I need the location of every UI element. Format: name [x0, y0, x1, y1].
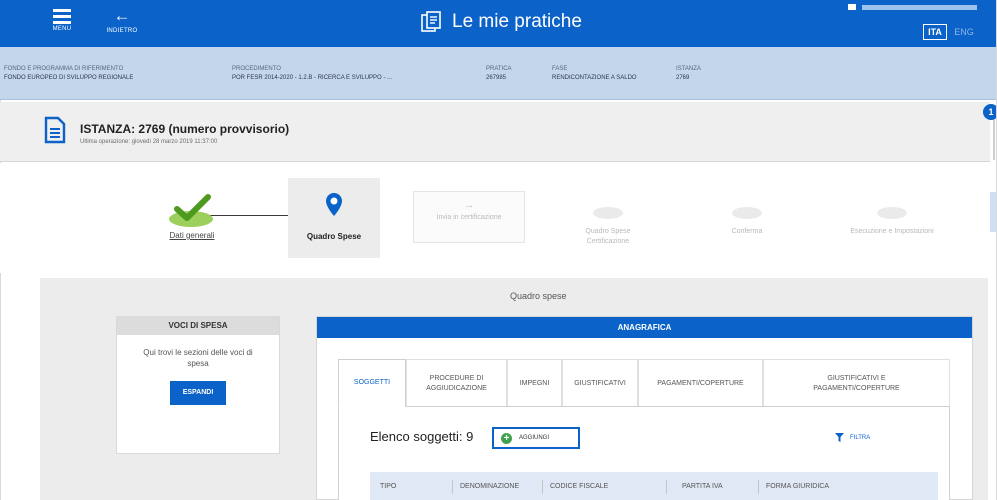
- tab-giustificativi-pagamenti[interactable]: GIUSTIFICATIVI E PAGAMENTI/COPERTURE: [763, 359, 950, 407]
- info-label: Fase: [552, 66, 568, 72]
- notification-badge[interactable]: 1: [983, 104, 997, 120]
- step-dati-generali[interactable]: Dati generali: [160, 193, 224, 240]
- info-value: RENDICONTAZIONE A SALDO: [552, 75, 637, 81]
- elenco-soggetti-title: Elenco soggetti: 9: [370, 429, 474, 444]
- column-header-codice-fiscale[interactable]: CODICE FISCALE: [550, 483, 608, 490]
- espandi-button[interactable]: ESPANDI: [170, 381, 226, 405]
- documents-icon: [421, 11, 441, 32]
- tab-impegni[interactable]: IMPEGNI: [507, 359, 562, 407]
- column-header-forma-giuridica[interactable]: FORMA GIURIDICA: [766, 483, 829, 490]
- info-fase: Fase RENDICONTAZIONE A SALDO: [552, 65, 637, 83]
- filtra-button[interactable]: FILTRA: [835, 433, 870, 442]
- filter-icon: [835, 433, 844, 442]
- soggetti-tab-panel: Elenco soggetti: 9 + AGGIUNGI FILTRA TIP…: [338, 406, 950, 500]
- info-procedimento: Procedimento POR FESR 2014-2020 - 1.2.B …: [232, 65, 392, 83]
- step-label: Esecuzione e Impostazioni: [850, 228, 934, 235]
- map-pin-icon: [326, 193, 342, 216]
- tab-soggetti[interactable]: SOGGETTI: [338, 359, 406, 407]
- info-value: POR FESR 2014-2020 - 1.2.B - RICERCA E S…: [232, 75, 393, 81]
- info-label: Pratica: [486, 66, 512, 72]
- step-quadro-spese[interactable]: Quadro Spese: [288, 178, 380, 258]
- step-label: Quadro Spese: [306, 232, 362, 241]
- column-divider: [452, 480, 453, 494]
- hamburger-icon: [44, 9, 80, 24]
- page-title: Le mie pratiche: [452, 11, 582, 32]
- menu-button[interactable]: MENU: [44, 6, 80, 42]
- column-divider: [666, 480, 667, 494]
- info-pratica: Pratica 267985: [486, 65, 512, 83]
- instance-last-operation: Ultima operazione: giovedì 28 marzo 2019…: [80, 139, 218, 145]
- column-header-denominazione[interactable]: DENOMINAZIONE: [460, 483, 519, 490]
- step-label: Quadro Spese Certificazione: [585, 228, 631, 245]
- step-dot: [877, 207, 907, 219]
- document-icon: [44, 116, 66, 144]
- step-dot: [732, 207, 762, 219]
- info-label: Procedimento: [232, 66, 281, 72]
- step-label: Conferma: [731, 228, 763, 235]
- aggiungi-label: AGGIUNGI: [519, 435, 550, 441]
- user-icon: [848, 4, 856, 10]
- panel-description: Qui trovi le sezioni delle voci di spesa: [143, 348, 253, 368]
- lang-ita-button[interactable]: ITA: [923, 24, 947, 40]
- back-label: INDIETRO: [106, 28, 138, 34]
- step-invia-certificazione: → Invia in certificazione: [413, 191, 525, 243]
- column-header-tipo[interactable]: TIPO: [380, 483, 396, 490]
- column-divider: [542, 480, 543, 494]
- step-quadro-spese-certificazione: Quadro Spese Certificazione: [564, 207, 652, 247]
- anagrafica-tabs: SOGGETTI PROCEDURE DI AGGIUDICAZIONE IMP…: [338, 359, 950, 407]
- plus-icon: +: [501, 432, 512, 444]
- tab-pagamenti[interactable]: PAGAMENTI/COPERTURE: [638, 359, 763, 407]
- step-conferma: Conferma: [712, 207, 782, 237]
- panel-header: Voci di spesa: [117, 317, 279, 335]
- page-title-wrap: Le mie pratiche: [420, 6, 582, 38]
- info-label: Fondo e programma di riferimento: [4, 66, 124, 72]
- instance-title: ISTANZA: 2769 (numero provvisorio): [80, 122, 290, 136]
- info-istanza: Istanza 2769: [676, 65, 701, 83]
- back-button[interactable]: ← INDIETRO: [100, 6, 144, 42]
- anagrafica-panel: ANAGRAFICA SOGGETTI PROCEDURE DI AGGIUDI…: [316, 316, 973, 500]
- checkmark-icon: [169, 194, 213, 227]
- user-name-redacted: [862, 5, 977, 11]
- voci-di-spesa-panel: Voci di spesa Qui trovi le sezioni delle…: [116, 316, 280, 454]
- step-esecuzione: Esecuzione e Impostazioni: [828, 207, 956, 237]
- menu-label: MENU: [52, 26, 72, 32]
- filtra-label: FILTRA: [850, 434, 871, 441]
- info-fondo: Fondo e programma di riferimento FONDO E…: [4, 65, 133, 83]
- app-bar: MENU ← INDIETRO Le mie pratiche ITA ENG: [0, 0, 997, 47]
- arrow-left-icon: ←: [113, 6, 131, 25]
- content-area: Quadro spese Voci di spesa Qui trovi le …: [40, 278, 988, 500]
- panel-header: ANAGRAFICA: [317, 317, 972, 338]
- tab-procedure[interactable]: PROCEDURE DI AGGIUDICAZIONE: [406, 359, 507, 407]
- step-label: Invia in certificazione: [436, 214, 502, 221]
- step-dot: [593, 207, 623, 219]
- instance-header: ISTANZA: 2769 (numero provvisorio) Ultim…: [0, 102, 990, 162]
- arrow-right-icon: →: [463, 199, 475, 211]
- practice-info-strip: Fondo e programma di riferimento FONDO E…: [0, 47, 997, 100]
- user-info[interactable]: [848, 3, 997, 17]
- soggetti-table-header: TIPO DENOMINAZIONE CODICE FISCALE PARTIT…: [370, 472, 938, 500]
- info-value: FONDO EUROPEO DI SVILUPPO REGIONALE: [4, 75, 134, 81]
- info-value: 2769: [676, 75, 690, 81]
- aggiungi-button[interactable]: + AGGIUNGI: [492, 427, 580, 449]
- section-title: Quadro spese: [510, 291, 567, 301]
- info-label: Istanza: [676, 66, 701, 72]
- lang-eng-button[interactable]: ENG: [952, 24, 976, 40]
- column-divider: [758, 480, 759, 494]
- info-value: 267985: [486, 75, 507, 81]
- wizard-stepper: Dati generali Quadro Spese → Invia in ce…: [0, 163, 990, 273]
- tab-giustificativi[interactable]: GIUSTIFICATIVI: [562, 359, 638, 407]
- step-label: Dati generali: [169, 231, 215, 240]
- column-header-partita-iva[interactable]: PARTITA IVA: [682, 483, 723, 490]
